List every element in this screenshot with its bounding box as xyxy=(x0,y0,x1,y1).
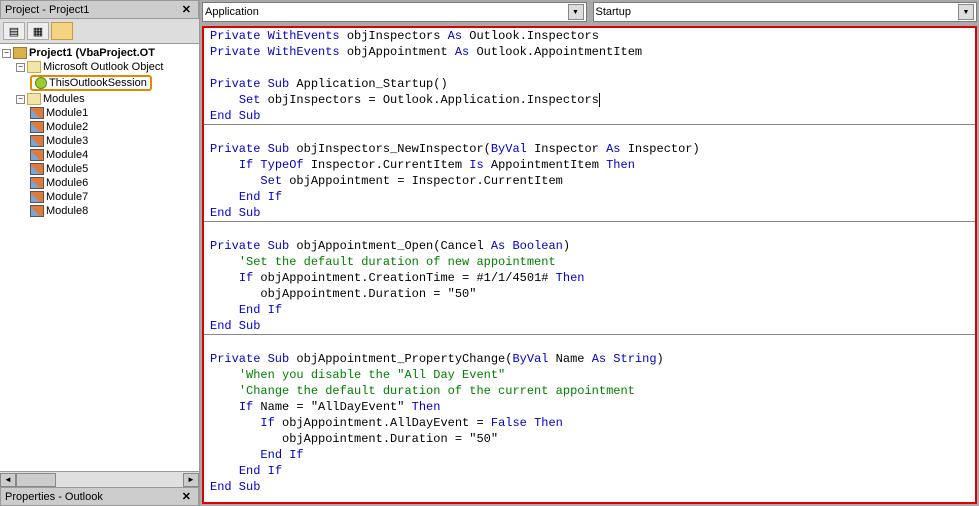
scroll-left-icon[interactable]: ◄ xyxy=(0,473,16,487)
tree-label: Microsoft Outlook Object xyxy=(43,61,163,73)
project-panel-title: Project - Project1 ✕ xyxy=(0,0,199,19)
project-tree: −Project1 (VbaProject.OT −Microsoft Outl… xyxy=(0,44,199,471)
scroll-thumb[interactable] xyxy=(16,473,56,487)
toggle-folders-icon[interactable] xyxy=(51,22,73,40)
collapse-icon[interactable]: − xyxy=(16,63,25,72)
tree-label: Module8 xyxy=(46,205,88,217)
tree-label: Module1 xyxy=(46,107,88,119)
code-panel: Application ▼ Startup ▼ Private WithEvents… xyxy=(200,0,979,506)
scroll-track[interactable] xyxy=(16,473,183,487)
tree-label: Module2 xyxy=(46,121,88,133)
module-icon xyxy=(30,177,44,189)
folder-icon xyxy=(27,93,41,105)
tree-module[interactable]: Module2 xyxy=(2,120,197,134)
tree-scrollbar[interactable]: ◄ ► xyxy=(0,471,199,487)
object-dropdown-value: Application xyxy=(205,6,259,18)
vba-project-icon xyxy=(13,47,27,59)
procedure-dropdown-value: Startup xyxy=(596,6,631,18)
left-panel: Project - Project1 ✕ ▤ ▦ −Project1 (VbaP… xyxy=(0,0,200,506)
tree-label: Module6 xyxy=(46,177,88,189)
tree-label: Module5 xyxy=(46,163,88,175)
view-object-icon[interactable]: ▦ xyxy=(27,22,49,40)
tree-module[interactable]: Module1 xyxy=(2,106,197,120)
tree-module[interactable]: Module3 xyxy=(2,134,197,148)
tree-root[interactable]: − Project1 (VbaProject.OT xyxy=(2,46,197,60)
object-dropdown[interactable]: Application ▼ xyxy=(202,2,587,22)
tree-module[interactable]: Module6 xyxy=(2,176,197,190)
tree-label: Modules xyxy=(43,93,85,105)
properties-title-text: Properties - Outlook xyxy=(5,491,103,503)
folder-icon xyxy=(27,61,41,73)
properties-panel-title: Properties - Outlook ✕ xyxy=(0,487,199,506)
tree-label: Module3 xyxy=(46,135,88,147)
dropdown-arrow-icon[interactable]: ▼ xyxy=(958,4,974,20)
procedure-dropdown[interactable]: Startup ▼ xyxy=(593,2,978,22)
view-code-icon[interactable]: ▤ xyxy=(3,22,25,40)
session-icon xyxy=(35,77,47,89)
scroll-right-icon[interactable]: ► xyxy=(183,473,199,487)
tree-outlook-objects[interactable]: − Microsoft Outlook Object xyxy=(2,60,197,74)
tree-label: Module7 xyxy=(46,191,88,203)
dropdown-arrow-icon[interactable]: ▼ xyxy=(568,4,584,20)
module-icon xyxy=(30,205,44,217)
module-icon xyxy=(30,135,44,147)
tree-module[interactable]: Module8 xyxy=(2,204,197,218)
tree-module[interactable]: Module4 xyxy=(2,148,197,162)
tree-label: Module4 xyxy=(46,149,88,161)
module-icon xyxy=(30,107,44,119)
collapse-icon[interactable]: − xyxy=(16,95,25,104)
module-icon xyxy=(30,191,44,203)
tree-module[interactable]: Module5 xyxy=(2,162,197,176)
module-icon xyxy=(30,149,44,161)
project-toolbar: ▤ ▦ xyxy=(0,19,199,44)
tree-this-outlook-session[interactable]: ThisOutlookSession xyxy=(2,74,197,92)
tree-modules[interactable]: − Modules xyxy=(2,92,197,106)
project-close-icon[interactable]: ✕ xyxy=(179,3,194,16)
tree-label: ThisOutlookSession xyxy=(49,77,147,89)
collapse-icon[interactable]: − xyxy=(2,49,11,58)
code-editor[interactable]: Private WithEvents objInspectors As Outl… xyxy=(202,26,977,504)
code-dropdowns: Application ▼ Startup ▼ xyxy=(200,0,979,24)
module-icon xyxy=(30,121,44,133)
project-title-text: Project - Project1 xyxy=(5,4,89,16)
module-icon xyxy=(30,163,44,175)
properties-close-icon[interactable]: ✕ xyxy=(179,490,194,503)
tree-root-label: Project1 (VbaProject.OT xyxy=(29,47,155,59)
tree-module[interactable]: Module7 xyxy=(2,190,197,204)
